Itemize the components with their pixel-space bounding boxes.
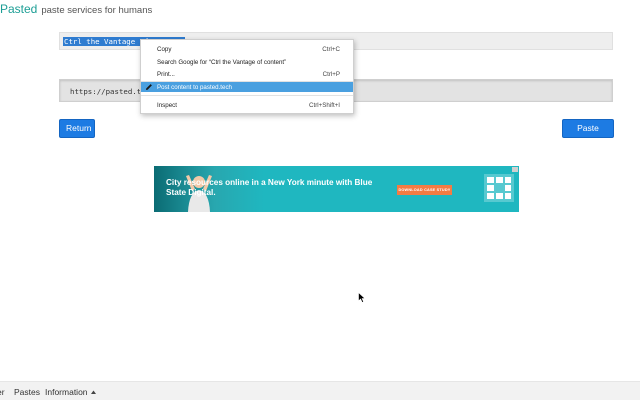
menu-item-label: Inspect [157, 101, 177, 109]
menu-separator [141, 95, 353, 96]
footer-link-partial[interactable]: er [0, 387, 5, 397]
menu-item-label: Search Google for “Ctrl the Vantage of c… [157, 58, 287, 66]
page-header: Pasted paste services for humans [0, 2, 152, 18]
footer-link-information[interactable]: Information [45, 387, 88, 397]
menu-item-label: Print... [157, 70, 175, 78]
mouse-cursor-icon [358, 292, 366, 303]
menu-item-post-to-pasted[interactable]: Post content to pasted.tech [141, 82, 353, 92]
menu-item-label: Copy [157, 45, 172, 53]
pencil-icon [146, 84, 152, 90]
paste-url-value[interactable]: https://pasted.tec [70, 87, 150, 96]
tagline: paste services for humans [41, 5, 153, 16]
menu-item-copy[interactable]: Copy Ctrl+C [141, 44, 353, 54]
menu-item-shortcut: Ctrl+C [322, 45, 340, 53]
ad-headline: City resources online in a New York minu… [166, 178, 373, 197]
menu-item-search-google[interactable]: Search Google for “Ctrl the Vantage of c… [141, 57, 353, 67]
return-button[interactable]: Return [59, 119, 95, 138]
menu-item-inspect[interactable]: Inspect Ctrl+Shift+I [141, 100, 353, 110]
menu-item-shortcut: Ctrl+P [322, 70, 340, 78]
menu-item-print[interactable]: Print... Ctrl+P [141, 69, 353, 79]
menu-item-label: Post content to pasted.tech [157, 83, 232, 91]
caret-up-icon [91, 390, 96, 394]
blue-state-digital-logo [484, 174, 514, 202]
footer-link-pastes[interactable]: Pastes [14, 387, 40, 397]
paste-raw-button[interactable]: Paste RAW [562, 119, 614, 150]
context-menu: Copy Ctrl+C Search Google for “Ctrl the … [140, 39, 354, 114]
ad-banner[interactable]: City resources online in a New York minu… [154, 166, 519, 212]
footer-bar: er Pastes Information [0, 381, 640, 400]
brand-logo[interactable]: Pasted [0, 2, 37, 16]
menu-item-shortcut: Ctrl+Shift+I [309, 101, 340, 109]
adchoices-icon[interactable] [512, 167, 518, 172]
ad-cta-button[interactable]: DOWNLOAD CASE STUDY [397, 185, 452, 195]
